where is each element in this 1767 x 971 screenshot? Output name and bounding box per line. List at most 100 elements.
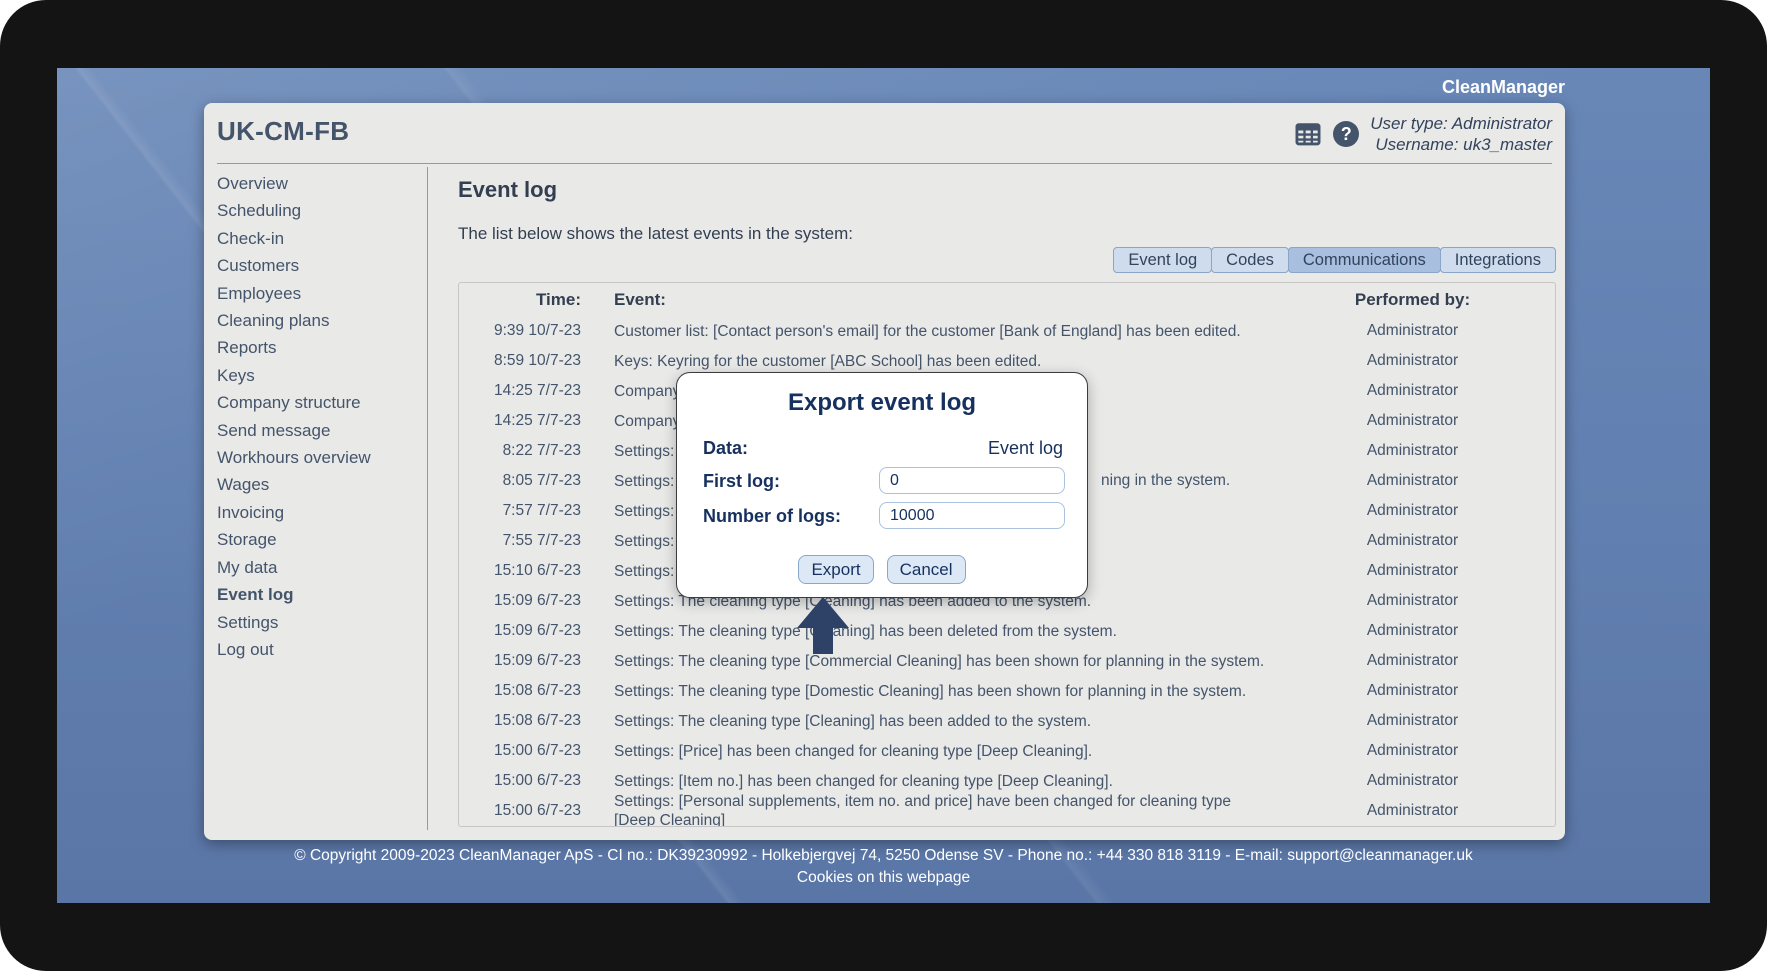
event-performed-by: Administrator xyxy=(1270,622,1555,640)
sidebar-item-settings[interactable]: Settings xyxy=(217,609,422,636)
column-header-event: Event: xyxy=(614,290,1270,309)
dialog-row-data: Data: Event log xyxy=(703,434,1063,464)
event-performed-by: Administrator xyxy=(1270,442,1555,460)
arrow-head xyxy=(797,597,849,628)
event-performed-by: Administrator xyxy=(1270,592,1555,610)
event-time: 15:10 6/7-23 xyxy=(459,562,581,580)
table-grid-icon[interactable] xyxy=(1294,120,1322,148)
sidebar-item-invoicing[interactable]: Invoicing xyxy=(217,499,422,526)
sidebar-item-scheduling[interactable]: Scheduling xyxy=(217,197,422,224)
table-row: 15:08 6/7-23 Settings: The cleaning type … xyxy=(459,676,1555,706)
table-row: 15:08 6/7-23 Settings: The cleaning type … xyxy=(459,706,1555,736)
table-row: 15:00 6/7-23 Settings: [Price] has been c… xyxy=(459,736,1555,766)
sidebar-item-cleaning-plans[interactable]: Cleaning plans xyxy=(217,307,422,334)
event-text: Settings: The cleaning type [Cleaning] h… xyxy=(614,712,1270,731)
data-value: Event log xyxy=(988,438,1063,459)
event-text-fragment: ning in the system. xyxy=(1101,466,1230,496)
event-time: 8:22 7/7-23 xyxy=(459,442,581,460)
column-header-performed-by: Performed by: xyxy=(1270,290,1555,310)
event-text: Settings: The cleaning type [Domestic Cl… xyxy=(614,682,1270,701)
dialog-row-first-log: First log: xyxy=(703,467,1063,497)
header-toolbar: ? User type: Administrator Username: uk3… xyxy=(1294,113,1552,155)
sidebar-item-customers[interactable]: Customers xyxy=(217,252,422,279)
event-performed-by: Administrator xyxy=(1270,352,1555,370)
event-performed-by: Administrator xyxy=(1270,712,1555,730)
event-time: 7:57 7/7-23 xyxy=(459,502,581,520)
event-time: 15:00 6/7-23 xyxy=(459,742,581,760)
export-button[interactable]: Export xyxy=(798,555,873,584)
page: CleanManager UK-CM-FB ? User type: Admin… xyxy=(0,0,1767,971)
dialog-title: Export event log xyxy=(677,389,1087,417)
sidebar: OverviewSchedulingCheck-inCustomersEmplo… xyxy=(217,170,422,663)
help-icon[interactable]: ? xyxy=(1333,121,1359,147)
event-text: Settings: [Item no.] has been changed fo… xyxy=(614,772,1270,791)
tab-group: Event logCodesCommunicationsIntegrations xyxy=(1113,247,1556,273)
section-heading: Event log xyxy=(458,177,557,203)
event-time: 15:08 6/7-23 xyxy=(459,682,581,700)
event-performed-by: Administrator xyxy=(1270,772,1555,790)
sidebar-item-company-structure[interactable]: Company structure xyxy=(217,389,422,416)
footer: © Copyright 2009-2023 CleanManager ApS -… xyxy=(57,846,1710,888)
copyright-text: © Copyright 2009-2023 CleanManager ApS -… xyxy=(57,846,1710,866)
number-of-logs-input[interactable] xyxy=(879,502,1065,529)
cookies-link[interactable]: Cookies on this webpage xyxy=(797,868,970,888)
tab-integrations[interactable]: Integrations xyxy=(1440,247,1556,273)
sidebar-item-log-out[interactable]: Log out xyxy=(217,636,422,663)
event-time: 9:39 10/7-23 xyxy=(459,322,581,340)
event-time: 8:05 7/7-23 xyxy=(459,472,581,490)
sidebar-item-storage[interactable]: Storage xyxy=(217,526,422,553)
event-text: Settings: The cleaning type [Commercial … xyxy=(614,652,1270,671)
event-time: 8:59 10/7-23 xyxy=(459,352,581,370)
tab-communications[interactable]: Communications xyxy=(1288,247,1441,273)
event-time: 15:09 6/7-23 xyxy=(459,592,581,610)
event-text: Settings: [Price] has been changed for c… xyxy=(614,742,1270,761)
first-log-input[interactable] xyxy=(879,467,1065,494)
event-text: Settings: [Personal supplements, item no… xyxy=(614,792,1270,827)
pointer-arrow-cursor xyxy=(797,597,849,654)
cancel-button[interactable]: Cancel xyxy=(887,555,966,584)
data-label: Data: xyxy=(703,438,748,459)
event-time: 14:25 7/7-23 xyxy=(459,382,581,400)
dialog-buttons: Export Cancel xyxy=(677,555,1087,584)
section-subtitle: The list below shows the latest events i… xyxy=(458,224,853,244)
event-performed-by: Administrator xyxy=(1270,802,1555,820)
event-time: 15:00 6/7-23 xyxy=(459,772,581,790)
arrow-stem xyxy=(813,628,833,654)
event-time: 7:55 7/7-23 xyxy=(459,532,581,550)
sidebar-item-keys[interactable]: Keys xyxy=(217,362,422,389)
event-time: 15:08 6/7-23 xyxy=(459,712,581,730)
brand-logo: CleanManager xyxy=(1442,77,1565,98)
tab-event-log[interactable]: Event log xyxy=(1113,247,1212,273)
first-log-label: First log: xyxy=(703,471,780,492)
table-row: 15:09 6/7-23Settings: The cleaning type … xyxy=(459,616,1555,646)
event-text: Settings: The cleaning type [Cleaning] h… xyxy=(614,622,1270,641)
event-text: Customer list: [Contact person's email] … xyxy=(614,322,1270,341)
table-header-row: Time: Event: Performed by: xyxy=(459,283,1555,316)
table-row: 15:09 6/7-23Settings: The cleaning type … xyxy=(459,646,1555,676)
sidebar-item-wages[interactable]: Wages xyxy=(217,471,422,498)
user-info: User type: Administrator Username: uk3_m… xyxy=(1370,113,1552,155)
dialog-row-number-of-logs: Number of logs: xyxy=(703,502,1063,532)
event-performed-by: Administrator xyxy=(1270,652,1555,670)
sidebar-item-overview[interactable]: Overview xyxy=(217,170,422,197)
event-performed-by: Administrator xyxy=(1270,682,1555,700)
sidebar-item-reports[interactable]: Reports xyxy=(217,334,422,361)
export-event-log-dialog: Export event log Data: Event log First l… xyxy=(676,372,1088,598)
sidebar-item-send-message[interactable]: Send message xyxy=(217,417,422,444)
username-label: Username: uk3_master xyxy=(1370,134,1552,155)
event-performed-by: Administrator xyxy=(1270,532,1555,550)
sidebar-item-my-data[interactable]: My data xyxy=(217,554,422,581)
event-performed-by: Administrator xyxy=(1270,472,1555,490)
column-header-time: Time: xyxy=(459,290,581,310)
event-time: 15:00 6/7-23 xyxy=(459,802,581,820)
sidebar-item-employees[interactable]: Employees xyxy=(217,280,422,307)
number-of-logs-label: Number of logs: xyxy=(703,506,841,527)
sidebar-item-check-in[interactable]: Check-in xyxy=(217,225,422,252)
page-title: UK-CM-FB xyxy=(217,116,349,147)
sidebar-item-workhours-overview[interactable]: Workhours overview xyxy=(217,444,422,471)
event-performed-by: Administrator xyxy=(1270,502,1555,520)
tab-codes[interactable]: Codes xyxy=(1211,247,1289,273)
table-row: 15:00 6/7-23Settings: [Personal suppleme… xyxy=(459,796,1555,826)
sidebar-item-event-log[interactable]: Event log xyxy=(217,581,422,608)
event-performed-by: Administrator xyxy=(1270,412,1555,430)
